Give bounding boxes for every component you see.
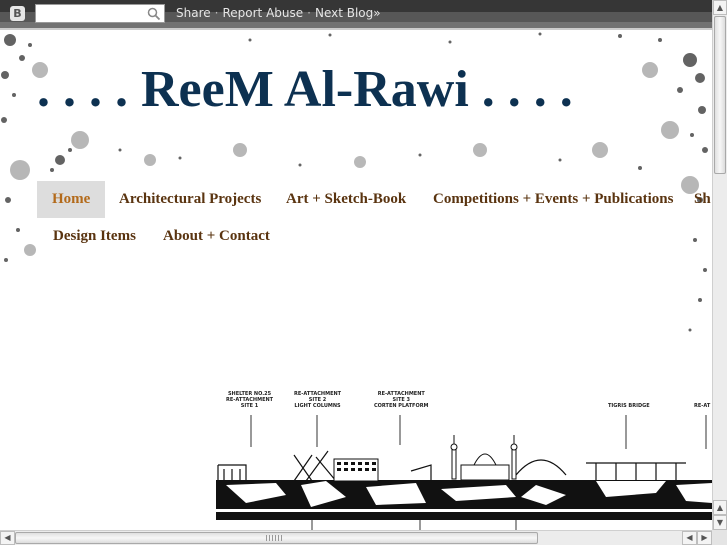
- scroll-down-icon[interactable]: ▼: [713, 515, 727, 530]
- blogger-logo-icon[interactable]: B: [10, 6, 25, 21]
- navbar-separator: ·: [307, 6, 311, 20]
- search-icon[interactable]: [147, 7, 161, 21]
- tab-about-contact[interactable]: About + Contact: [163, 218, 270, 255]
- header-banner-image: SHELTER NO.25 RE-ATTACHMENT SITE 1 RE-ATTA…: [216, 385, 712, 530]
- navbar-links: Share · Report Abuse · Next Blog»: [176, 6, 381, 20]
- scroll-right-icon[interactable]: ▶: [697, 531, 712, 545]
- tab-sh[interactable]: Sh: [694, 181, 712, 218]
- tab-design-items[interactable]: Design Items: [53, 218, 136, 255]
- horizontal-scrollbar[interactable]: ◀ ◀ ▶: [0, 530, 712, 545]
- search-input[interactable]: [35, 4, 165, 23]
- tab-art-sketch-book[interactable]: Art + Sketch-Book: [286, 181, 406, 218]
- vertical-scrollbar[interactable]: ▲ ▲ ▼: [712, 0, 727, 530]
- horizontal-scroll-thumb[interactable]: [15, 532, 538, 544]
- vertical-scroll-thumb[interactable]: [714, 16, 726, 174]
- share-link[interactable]: Share: [176, 6, 211, 20]
- scroll-up-icon[interactable]: ▲: [713, 0, 727, 15]
- next-blog-link[interactable]: Next Blog»: [315, 6, 381, 20]
- tab-architectural-projects[interactable]: Architectural Projects: [119, 181, 261, 218]
- navbar-separator: ·: [214, 6, 219, 20]
- tab-competitions-events-publications[interactable]: Competitions + Events + Publications: [433, 181, 673, 218]
- banner-drawing: [216, 415, 712, 530]
- scroll-left-icon[interactable]: ◀: [682, 531, 697, 545]
- blog-title[interactable]: . . . . ReeM Al-Rawi . . . .: [37, 60, 573, 119]
- blogger-navbar: B Share · Report Abuse · Next Blog»: [0, 0, 712, 28]
- scroll-left-icon[interactable]: ◀: [0, 531, 15, 545]
- scrollbar-corner: [712, 530, 727, 545]
- report-abuse-link[interactable]: Report Abuse: [222, 6, 303, 20]
- scroll-up-icon[interactable]: ▲: [713, 500, 727, 515]
- scroll-grip: [266, 535, 282, 541]
- tab-home[interactable]: Home: [37, 181, 106, 218]
